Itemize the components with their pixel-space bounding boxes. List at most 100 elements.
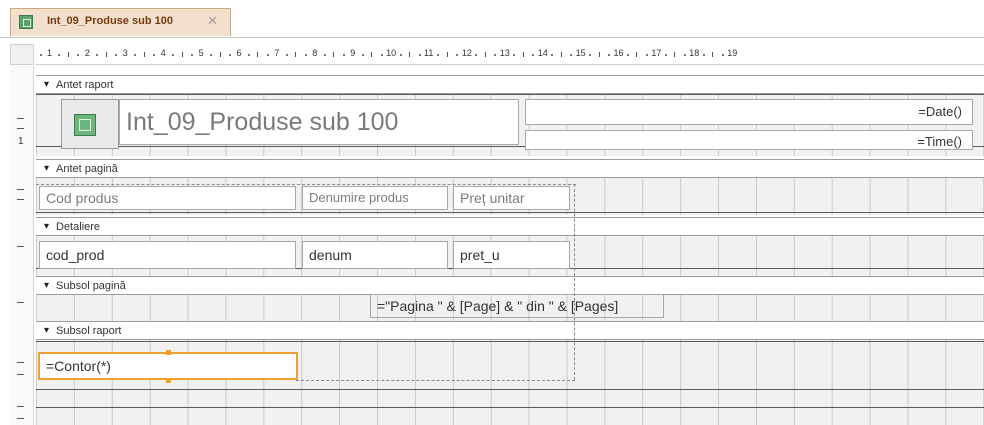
ruler-number: 8 <box>312 48 318 58</box>
report-title-label[interactable]: Int_09_Produse sub 100 <box>119 99 519 145</box>
resize-handle[interactable] <box>166 350 171 355</box>
report-icon <box>19 15 33 29</box>
ruler-tick <box>115 54 118 56</box>
logo-box[interactable] <box>61 99 119 149</box>
ruler-tick <box>143 52 145 57</box>
ruler-tick <box>608 54 611 56</box>
ruler-tick <box>626 54 629 56</box>
ruler-tick <box>494 54 497 56</box>
section-bar-page-footer[interactable]: ▾ Subsol pagină <box>36 276 984 295</box>
ruler-tick <box>712 52 714 57</box>
ruler-tick <box>39 54 42 56</box>
ruler-tick <box>134 54 137 56</box>
vertical-ruler-number: 1 <box>18 136 24 147</box>
ruler-tick <box>446 52 448 57</box>
ruler-tick <box>371 52 373 57</box>
label-cod-produs[interactable]: Cod produs <box>39 186 296 210</box>
ruler-tick <box>285 54 288 56</box>
ruler-number: 9 <box>350 48 356 58</box>
section-label: Antet pagină <box>56 163 118 175</box>
ruler-tick <box>674 52 676 57</box>
ruler-tick <box>560 52 562 57</box>
ruler-tick <box>721 54 724 56</box>
ruler-number: 14 <box>537 48 548 58</box>
ruler-tick <box>570 54 573 56</box>
ruler-tick <box>153 54 156 56</box>
ruler-tick <box>295 52 297 57</box>
ruler-tick <box>702 54 705 56</box>
label-denumire-produs[interactable]: Denumire produs <box>302 186 448 210</box>
ruler-tick <box>683 54 686 56</box>
close-icon[interactable]: ✕ <box>207 13 218 29</box>
time-textbox[interactable]: =Time() <box>525 130 973 150</box>
ruler-tick <box>67 52 69 57</box>
section-arrow-icon: ▾ <box>44 325 50 336</box>
ruler-number: 4 <box>160 48 166 58</box>
ruler-number: 16 <box>613 48 624 58</box>
ruler-tick <box>304 54 307 56</box>
ruler-tick <box>437 54 440 56</box>
ruler-number: 13 <box>499 48 510 58</box>
ruler-tick <box>172 54 175 56</box>
ruler-tick <box>58 54 61 56</box>
ruler-tick <box>181 52 183 57</box>
field-denum[interactable]: denum <box>302 241 448 269</box>
section-label: Antet raport <box>56 79 114 91</box>
label-pret-unitar[interactable]: Preț unitar <box>453 186 570 210</box>
ruler-tick <box>399 54 402 56</box>
page-number-textbox[interactable]: ="Pagina " & [Page] & " din " & [Pages] <box>370 294 664 318</box>
ruler-tick <box>636 52 638 57</box>
ruler-number: 5 <box>198 48 204 58</box>
ruler-number: 17 <box>651 48 662 58</box>
ruler-tick <box>522 52 524 57</box>
ruler-number: 6 <box>236 48 242 58</box>
ruler-tick <box>77 54 80 56</box>
ruler-tick <box>342 54 345 56</box>
report-selector[interactable] <box>10 44 34 65</box>
resize-handle[interactable] <box>166 378 171 383</box>
document-tab-bar: Int_09_Produse sub 100 ✕ <box>0 0 984 38</box>
ruler-tick <box>257 52 259 57</box>
section-bar-page-header[interactable]: ▾ Antet pagină <box>36 159 984 178</box>
ruler-number: 19 <box>727 48 738 58</box>
ruler-tick <box>456 54 459 56</box>
ruler-tick <box>598 52 600 57</box>
ruler-number: 11 <box>424 48 434 58</box>
section-label: Subsol pagină <box>56 280 126 292</box>
ruler-tick <box>96 54 99 56</box>
ruler-tick <box>105 52 107 57</box>
ruler-number: 18 <box>689 48 700 58</box>
ruler-number: 12 <box>461 48 472 58</box>
ruler-tick <box>664 54 667 56</box>
horizontal-ruler[interactable]: 1 2 3 4 5 6 7 8 9 10 11 12 13 14 15 16 17 18 19 <box>36 44 984 65</box>
ruler-tick <box>247 54 250 56</box>
ruler-number: 15 <box>575 48 586 58</box>
section-bar-detail[interactable]: ▾ Detaliere <box>36 217 984 236</box>
section-bar-report-footer[interactable]: ▾ Subsol raport <box>36 321 984 340</box>
ruler-tick <box>645 54 648 56</box>
section-arrow-icon: ▾ <box>44 280 50 291</box>
ruler-tick <box>380 54 383 56</box>
date-textbox[interactable]: =Date() <box>525 99 973 125</box>
ruler-tick <box>418 54 421 56</box>
section-arrow-icon: ▾ <box>44 221 50 232</box>
section-arrow-icon: ▾ <box>44 163 50 174</box>
section-bar-report-header[interactable]: ▾ Antet raport <box>36 75 984 94</box>
ruler-tick <box>475 54 478 56</box>
ruler-tick <box>266 54 269 56</box>
ruler-number: 10 <box>386 48 397 58</box>
ruler-tick <box>513 54 516 56</box>
ruler-tick <box>210 54 213 56</box>
count-textbox[interactable]: =Contor(*) <box>38 352 298 380</box>
ruler-tick <box>589 54 592 56</box>
ruler-tick <box>229 54 232 56</box>
vertical-ruler[interactable]: 1 <box>10 66 34 425</box>
ruler-tick <box>333 52 335 57</box>
ruler-number: 1 <box>47 48 53 58</box>
ruler-tick <box>191 54 194 56</box>
ruler-tick <box>551 54 554 56</box>
field-cod-prod[interactable]: cod_prod <box>39 241 296 269</box>
ruler-tick <box>323 54 326 56</box>
report-tab[interactable]: Int_09_Produse sub 100 ✕ <box>10 8 231 36</box>
field-pret-u[interactable]: pret_u <box>453 241 570 269</box>
